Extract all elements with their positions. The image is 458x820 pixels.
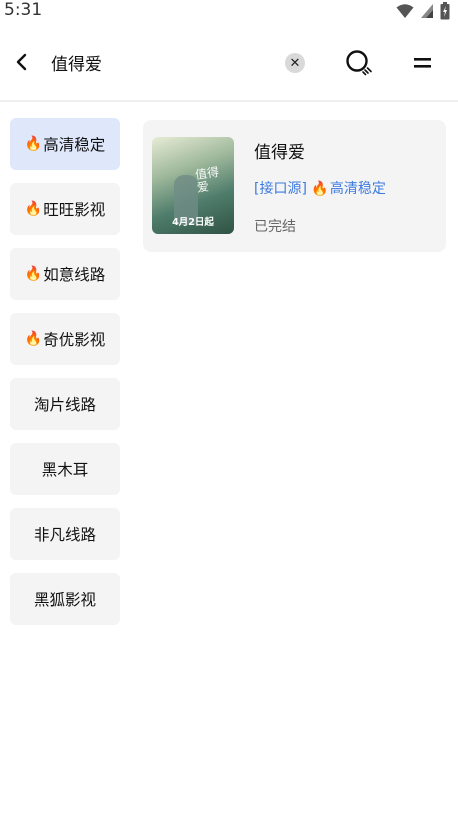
clear-icon: ✕: [289, 55, 301, 71]
wifi-icon: [396, 3, 414, 23]
result-card[interactable]: 值得爱 4月2日起 值得爱 [接口源] 🔥高清稳定 已完结: [143, 120, 446, 252]
search-button[interactable]: [344, 48, 374, 78]
fire-icon: 🔥: [24, 201, 43, 217]
source-item[interactable]: 淘片线路: [10, 378, 120, 430]
source-label: 黑狐影视: [33, 591, 96, 609]
signal-icon: [420, 3, 434, 23]
divider: [0, 100, 458, 102]
source-label: 奇优影视: [43, 331, 106, 349]
status-icons: [396, 2, 450, 24]
source-label: 非凡线路: [33, 526, 96, 544]
source-item[interactable]: 黑木耳: [10, 443, 120, 495]
source-item[interactable]: 🔥 高清稳定: [10, 118, 120, 170]
back-arrow-icon: [16, 53, 27, 71]
fire-icon: 🔥: [24, 136, 43, 152]
back-button[interactable]: [8, 48, 36, 76]
source-name: 高清稳定: [329, 181, 386, 197]
source-item[interactable]: 🔥 旺旺影视: [10, 183, 120, 235]
source-label: 如意线路: [43, 266, 106, 284]
poster-title: 值得爱: [194, 164, 220, 196]
result-title: 值得爱: [254, 143, 305, 163]
source-item[interactable]: 🔥 如意线路: [10, 248, 120, 300]
source-item[interactable]: 🔥 奇优影视: [10, 313, 120, 365]
poster-image[interactable]: 值得爱 4月2日起: [152, 137, 234, 234]
source-item[interactable]: 非凡线路: [10, 508, 120, 560]
menu-button[interactable]: [410, 50, 436, 76]
fire-icon: 🔥: [24, 331, 43, 347]
battery-icon: [440, 2, 450, 24]
top-bar: 值得爱 ✕: [0, 36, 458, 92]
menu-icon: [414, 58, 431, 68]
source-label: 黑木耳: [41, 461, 89, 479]
source-prefix: [接口源]: [254, 181, 307, 197]
result-status: 已完结: [254, 219, 296, 235]
source-label: 旺旺影视: [43, 201, 106, 219]
poster-date: 4月2日起: [172, 217, 214, 228]
search-icon: [346, 50, 372, 76]
source-label: 淘片线路: [33, 396, 96, 414]
search-input[interactable]: 值得爱: [51, 50, 102, 75]
fire-icon: 🔥: [311, 181, 329, 197]
result-source: [接口源] 🔥高清稳定: [254, 178, 386, 198]
status-time: 5:31: [4, 0, 43, 20]
source-label: 高清稳定: [43, 136, 106, 154]
clear-button[interactable]: ✕: [285, 53, 305, 73]
fire-icon: 🔥: [24, 266, 43, 282]
status-bar: 5:31: [0, 0, 458, 24]
source-list: 🔥 高清稳定 🔥 旺旺影视 🔥 如意线路 🔥 奇优影视 淘片线路 黑木耳 非凡线路 黑狐…: [10, 118, 120, 638]
source-item[interactable]: 黑狐影视: [10, 573, 120, 625]
